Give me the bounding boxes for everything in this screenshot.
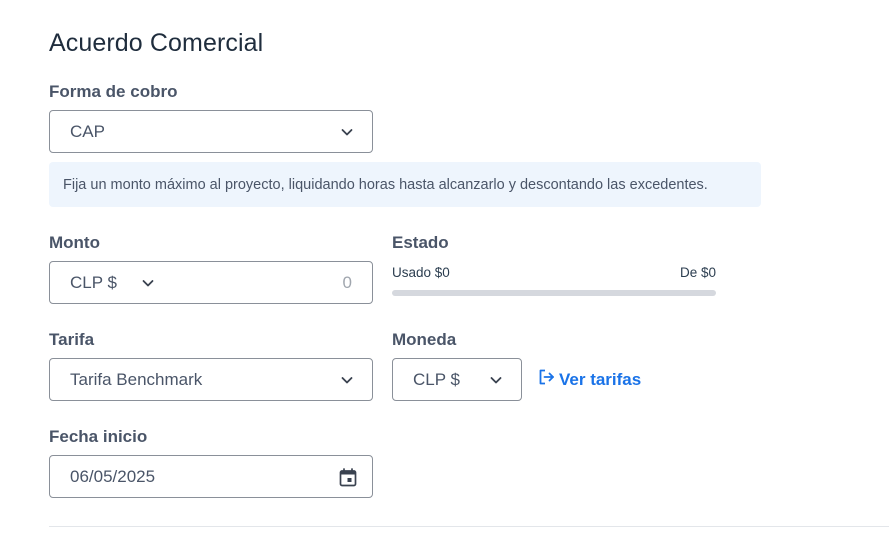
forma-cobro-value: CAP: [70, 121, 105, 141]
forma-cobro-select[interactable]: CAP: [49, 110, 373, 153]
section-title: Acuerdo Comercial: [49, 29, 264, 57]
estado-usado: Usado $0: [392, 265, 450, 280]
forma-cobro-info: Fija un monto máximo al proyecto, liquid…: [49, 162, 761, 207]
monto-amount-input[interactable]: 0: [343, 273, 352, 293]
monto-label: Monto: [49, 233, 100, 252]
monto-currency-select[interactable]: CLP $: [70, 273, 117, 293]
estado-progress-labels: Usado $0 De $0: [392, 265, 716, 280]
chevron-down-icon: [340, 373, 354, 387]
forma-cobro-label: Forma de cobro: [49, 82, 178, 101]
monto-field[interactable]: CLP $ 0: [49, 261, 373, 304]
ver-tarifas-label: Ver tarifas: [559, 369, 642, 389]
moneda-select[interactable]: CLP $: [392, 358, 522, 401]
fecha-inicio-label: Fecha inicio: [49, 427, 148, 446]
fecha-inicio-input[interactable]: 06/05/2025: [49, 455, 373, 498]
tarifa-select[interactable]: Tarifa Benchmark: [49, 358, 373, 401]
estado-de: De $0: [679, 265, 716, 280]
chevron-down-icon: [489, 373, 503, 387]
chevron-down-icon: [340, 125, 354, 139]
section-divider: [49, 526, 889, 527]
tarifa-label: Tarifa: [49, 330, 95, 349]
estado-progress-bar: [392, 290, 716, 296]
tarifa-value: Tarifa Benchmark: [70, 369, 203, 389]
moneda-label: Moneda: [392, 330, 457, 349]
chevron-down-icon[interactable]: [141, 276, 155, 290]
moneda-value: CLP $: [413, 369, 460, 389]
calendar-icon[interactable]: [339, 468, 357, 492]
external-link-icon: [538, 368, 556, 391]
estado-label: Estado: [392, 233, 449, 252]
fecha-inicio-value: 06/05/2025: [70, 466, 156, 486]
ver-tarifas-link[interactable]: Ver tarifas: [538, 368, 641, 391]
